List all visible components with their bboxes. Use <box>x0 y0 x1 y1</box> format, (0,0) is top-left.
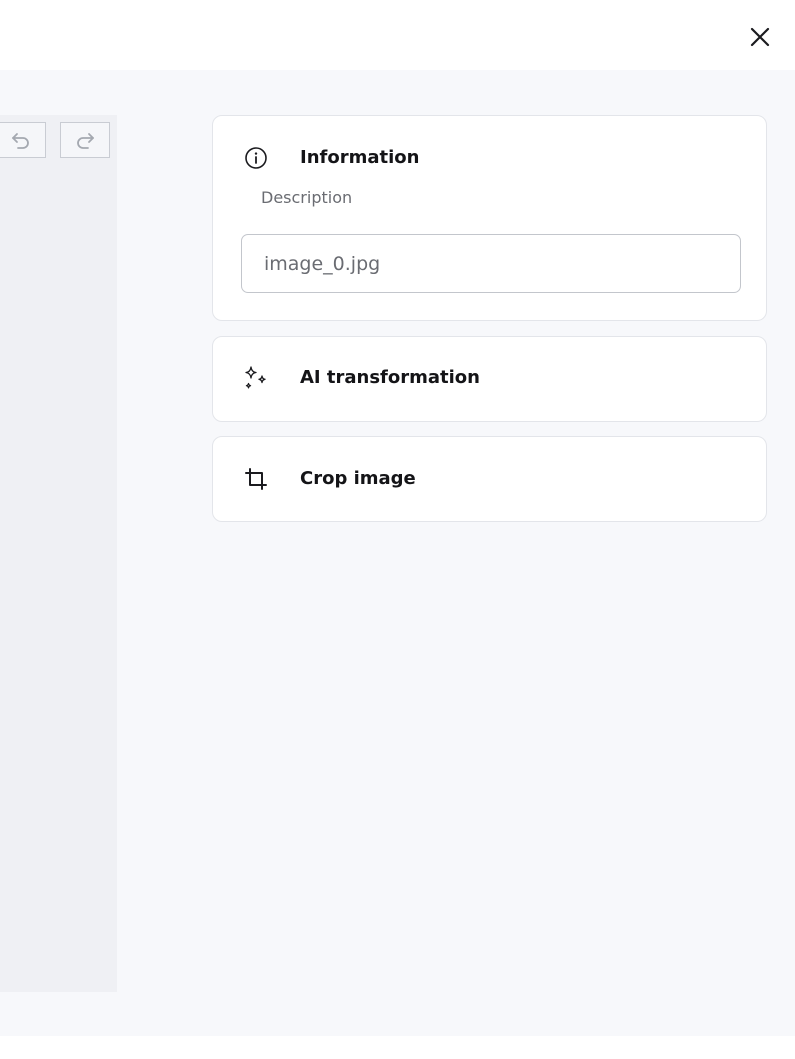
modal-body: Information Description AI transformatio… <box>0 70 795 1036</box>
ai-transformation-panel[interactable]: AI transformation <box>212 336 767 422</box>
information-panel: Information Description <box>212 115 767 321</box>
description-input[interactable] <box>241 234 741 293</box>
close-button[interactable] <box>744 21 776 53</box>
information-title: Information <box>300 147 420 168</box>
undo-button[interactable] <box>0 122 46 158</box>
image-canvas[interactable] <box>0 115 117 992</box>
sparkles-icon <box>243 366 269 392</box>
redo-button[interactable] <box>60 122 110 158</box>
description-label: Description <box>261 188 353 207</box>
crop-image-title: Crop image <box>300 468 416 489</box>
ai-transformation-title: AI transformation <box>300 367 480 388</box>
undo-icon <box>12 133 29 149</box>
info-circle-icon <box>243 145 269 171</box>
crop-image-panel[interactable]: Crop image <box>212 436 767 522</box>
modal-footer <box>0 1036 795 1059</box>
crop-icon <box>243 466 269 492</box>
image-editor-modal: Information Description AI transformatio… <box>0 0 795 1059</box>
redo-icon <box>77 133 94 149</box>
modal-header <box>0 0 795 70</box>
close-icon <box>750 27 770 47</box>
